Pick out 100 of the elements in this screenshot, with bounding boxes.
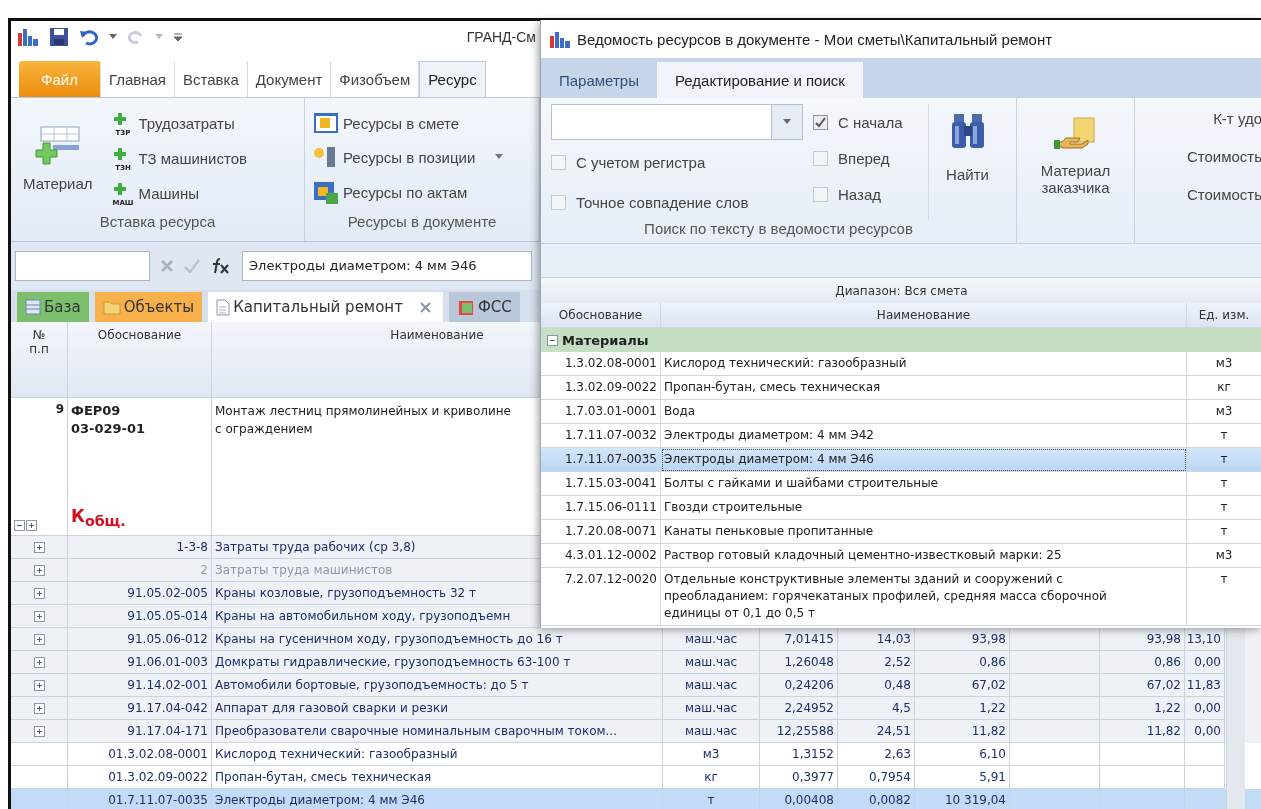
caret-icon[interactable] bbox=[782, 119, 792, 125]
table-cell: 93,98 bbox=[1146, 632, 1181, 646]
ribbon-item[interactable]: Ресурсы в позиции bbox=[313, 144, 506, 171]
formula-field[interactable]: Электроды диаметром: 4 мм Э46 bbox=[242, 251, 532, 281]
table-cell: 13,10 bbox=[1186, 632, 1221, 646]
resource-row[interactable]: 1.3.02.08-0001 Кислород технический: газообразный м3 bbox=[541, 352, 1261, 376]
name-text: Преобразователи сварочные номинальным сварочным током... bbox=[215, 724, 617, 738]
table-cell: 1,22 bbox=[979, 701, 1006, 715]
document-tab[interactable]: Капитальный ремонт bbox=[208, 292, 443, 322]
checkbox[interactable]: С учетом регистра bbox=[551, 144, 813, 180]
expand-icon[interactable] bbox=[33, 679, 45, 691]
name-text: Затраты труда машинистов bbox=[215, 563, 393, 577]
table-cell: 0,0082 bbox=[869, 793, 911, 807]
grid-row[interactable]: 91.17.04-042 Аппарат для газовой сварки и резки маш.час 2,24952 4,5 1,22 1,22 0,00 bbox=[11, 697, 1261, 720]
ribbon-tab[interactable]: Ресурс bbox=[419, 61, 486, 97]
close-icon[interactable] bbox=[419, 301, 431, 313]
undo-icon[interactable] bbox=[79, 27, 99, 46]
ribbon-item[interactable]: Ресурсы по актам bbox=[313, 178, 506, 207]
ribbon-item[interactable]: Ресурсы в смете bbox=[313, 110, 506, 137]
expand-icon[interactable] bbox=[33, 725, 45, 737]
checkbox[interactable]: Вперед bbox=[813, 140, 928, 176]
customer-material-button[interactable]: Материал заказчика bbox=[1017, 98, 1135, 243]
document-tab[interactable]: База bbox=[17, 292, 89, 322]
expand-icon[interactable] bbox=[33, 702, 45, 714]
grid-row[interactable]: 01.7.11.07-0035 Электроды диаметром: 4 мм Э46 т 0,00408 0,0082 10 319,04 bbox=[11, 789, 1261, 809]
code-text: 2 bbox=[200, 563, 208, 577]
customize-icon[interactable] bbox=[173, 31, 183, 42]
window-title: ГРАНД-См bbox=[466, 28, 536, 45]
code-text: 1.7.15.03-0041 bbox=[564, 476, 657, 490]
document-tab[interactable]: Объекты bbox=[94, 292, 203, 322]
table-cell: 67,02 bbox=[971, 678, 1006, 692]
code-text: ФЕР09 bbox=[71, 402, 121, 420]
table-cell: 1,3152 bbox=[792, 747, 834, 761]
material-button[interactable]: Материал bbox=[19, 104, 97, 213]
grid-row[interactable]: 91.05.06-012 Краны на гусеничном ходу, грузоподъемность до 16 т маш.час 7,01415 14,03 93,98 93,98 13,10 bbox=[11, 628, 1261, 651]
checkbox[interactable]: Назад bbox=[813, 176, 928, 212]
expand-icon[interactable] bbox=[33, 564, 45, 576]
resource-row[interactable]: 7.2.07.12-0020 Отдельные конструктивные элементы зданий и сооружений с преобладанием: горячекатаных профилей, средняя масса сборочной единицы от 0,1 до 0,5 т т bbox=[541, 568, 1261, 626]
grid-row[interactable]: 01.3.02.09-0022 Пропан-бутан, смесь техническая кг 0,3977 0,7954 5,91 bbox=[11, 766, 1261, 789]
code-text: 91.05.02-005 bbox=[127, 586, 208, 600]
code-text: 91.14.02-001 bbox=[127, 678, 208, 692]
check-icon[interactable] bbox=[184, 259, 200, 273]
table-cell: маш.час bbox=[684, 724, 738, 738]
table-icon bbox=[25, 299, 41, 315]
collapse-icon[interactable] bbox=[547, 334, 558, 346]
unit-text: м3 bbox=[1215, 356, 1233, 370]
expand-icon[interactable] bbox=[26, 520, 37, 531]
grid-row[interactable]: 91.06.01-003 Домкраты гидравлические, грузоподъемность 63-100 т маш.час 1,26048 2,52 0,86 0,86 0,00 bbox=[11, 651, 1261, 674]
ribbon-tab[interactable]: Вставка bbox=[175, 61, 248, 97]
table-cell: 2,52 bbox=[884, 655, 911, 669]
bar-chart-icon[interactable] bbox=[17, 26, 39, 47]
unit-text: т bbox=[1220, 524, 1228, 538]
grid-row[interactable]: 01.3.02.08-0001 Кислород технический: газообразный м3 1,3152 2,63 6,10 bbox=[11, 743, 1261, 766]
code-text: 1.7.11.07-0035 bbox=[564, 452, 657, 466]
code-text: 91.17.04-171 bbox=[127, 724, 208, 738]
name-text: Автомобили бортовые, грузоподъемность: до 5 т bbox=[215, 678, 529, 692]
resource-row[interactable]: 1.3.02.09-0022 Пропан-бутан, смесь техническая кг bbox=[541, 376, 1261, 400]
table-cell: 7,01415 bbox=[784, 632, 834, 646]
document-icon bbox=[216, 298, 231, 316]
ribbon-item[interactable]: К-т удо bbox=[1213, 106, 1261, 132]
checkbox[interactable]: Точное совпадение слов bbox=[551, 184, 813, 220]
caret-icon[interactable] bbox=[109, 33, 117, 40]
expand-icon[interactable] bbox=[33, 633, 45, 645]
resource-row[interactable]: 1.7.03.01-0001 Вода м3 bbox=[541, 400, 1261, 424]
find-button[interactable]: Найти bbox=[928, 104, 1006, 220]
column-header: Наименование bbox=[876, 308, 971, 322]
expand-icon[interactable] bbox=[33, 610, 45, 622]
ribbon-item[interactable]: Стоимость bbox=[1186, 144, 1261, 170]
document-tab[interactable]: ФСС bbox=[448, 292, 520, 322]
grid-row[interactable]: 91.14.02-001 Автомобили бортовые, грузоподъемность: до 5 т маш.час 0,24206 0,48 67,02 67,02 11,83 bbox=[11, 674, 1261, 697]
expand-icon[interactable] bbox=[33, 587, 45, 599]
ribbon-item[interactable]: Стоимость bbox=[1186, 182, 1261, 208]
unit-text: м3 bbox=[1215, 548, 1233, 562]
resource-row[interactable]: 1.7.11.07-0035 Электроды диаметром: 4 мм Э46 т bbox=[541, 448, 1261, 472]
collapse-icon[interactable] bbox=[14, 520, 25, 531]
resource-row[interactable]: 1.7.15.06-0111 Гвозди строительные т bbox=[541, 496, 1261, 520]
expand-icon[interactable] bbox=[33, 656, 45, 668]
ribbon-tab[interactable]: Главная bbox=[100, 61, 175, 97]
dialog-tab[interactable]: Параметры bbox=[541, 62, 657, 98]
dialog-tab[interactable]: Редактирование и поиск bbox=[656, 62, 863, 98]
grid-row[interactable]: 91.17.04-171 Преобразователи сварочные номинальным сварочным током... маш.час 12,25588 24,51 11,82 11,82 0,00 bbox=[11, 720, 1261, 743]
dialog-title: Ведомость ресурсов в документе - Мои сметы\Капитальный ремонт bbox=[577, 30, 1053, 48]
unit-text: т bbox=[1220, 476, 1228, 490]
unit-text: т bbox=[1220, 452, 1228, 466]
hand-folder-icon bbox=[1053, 116, 1098, 152]
checkbox[interactable]: С начала bbox=[813, 104, 928, 140]
resource-row[interactable]: 1.7.15.03-0041 Болты с гайками и шайбами строительные т bbox=[541, 472, 1261, 496]
function-icon[interactable] bbox=[210, 257, 232, 275]
resource-row[interactable]: 4.3.01.12-0002 Раствор готовый кладочный цементно-известковый марки: 25 м3 bbox=[541, 544, 1261, 568]
save-icon[interactable] bbox=[49, 26, 69, 47]
code-text: 1.7.11.07-0032 bbox=[564, 428, 657, 442]
name-text: Электроды диаметром: 4 мм Э46 bbox=[664, 451, 874, 468]
name-text: Краны на автомобильном ходу, грузоподъемн bbox=[215, 609, 511, 623]
name-text: Затраты труда рабочих (ср 3,8) bbox=[215, 540, 416, 554]
table-cell: 0,24206 bbox=[784, 678, 834, 692]
resource-row[interactable]: 1.7.20.08-0071 Канаты пеньковые пропитанные т bbox=[541, 520, 1261, 544]
expand-icon[interactable] bbox=[33, 541, 45, 553]
ribbon-tab[interactable]: Документ bbox=[247, 61, 332, 97]
column-header: Обоснование bbox=[558, 308, 643, 322]
table-cell: 0,00 bbox=[1194, 724, 1221, 738]
